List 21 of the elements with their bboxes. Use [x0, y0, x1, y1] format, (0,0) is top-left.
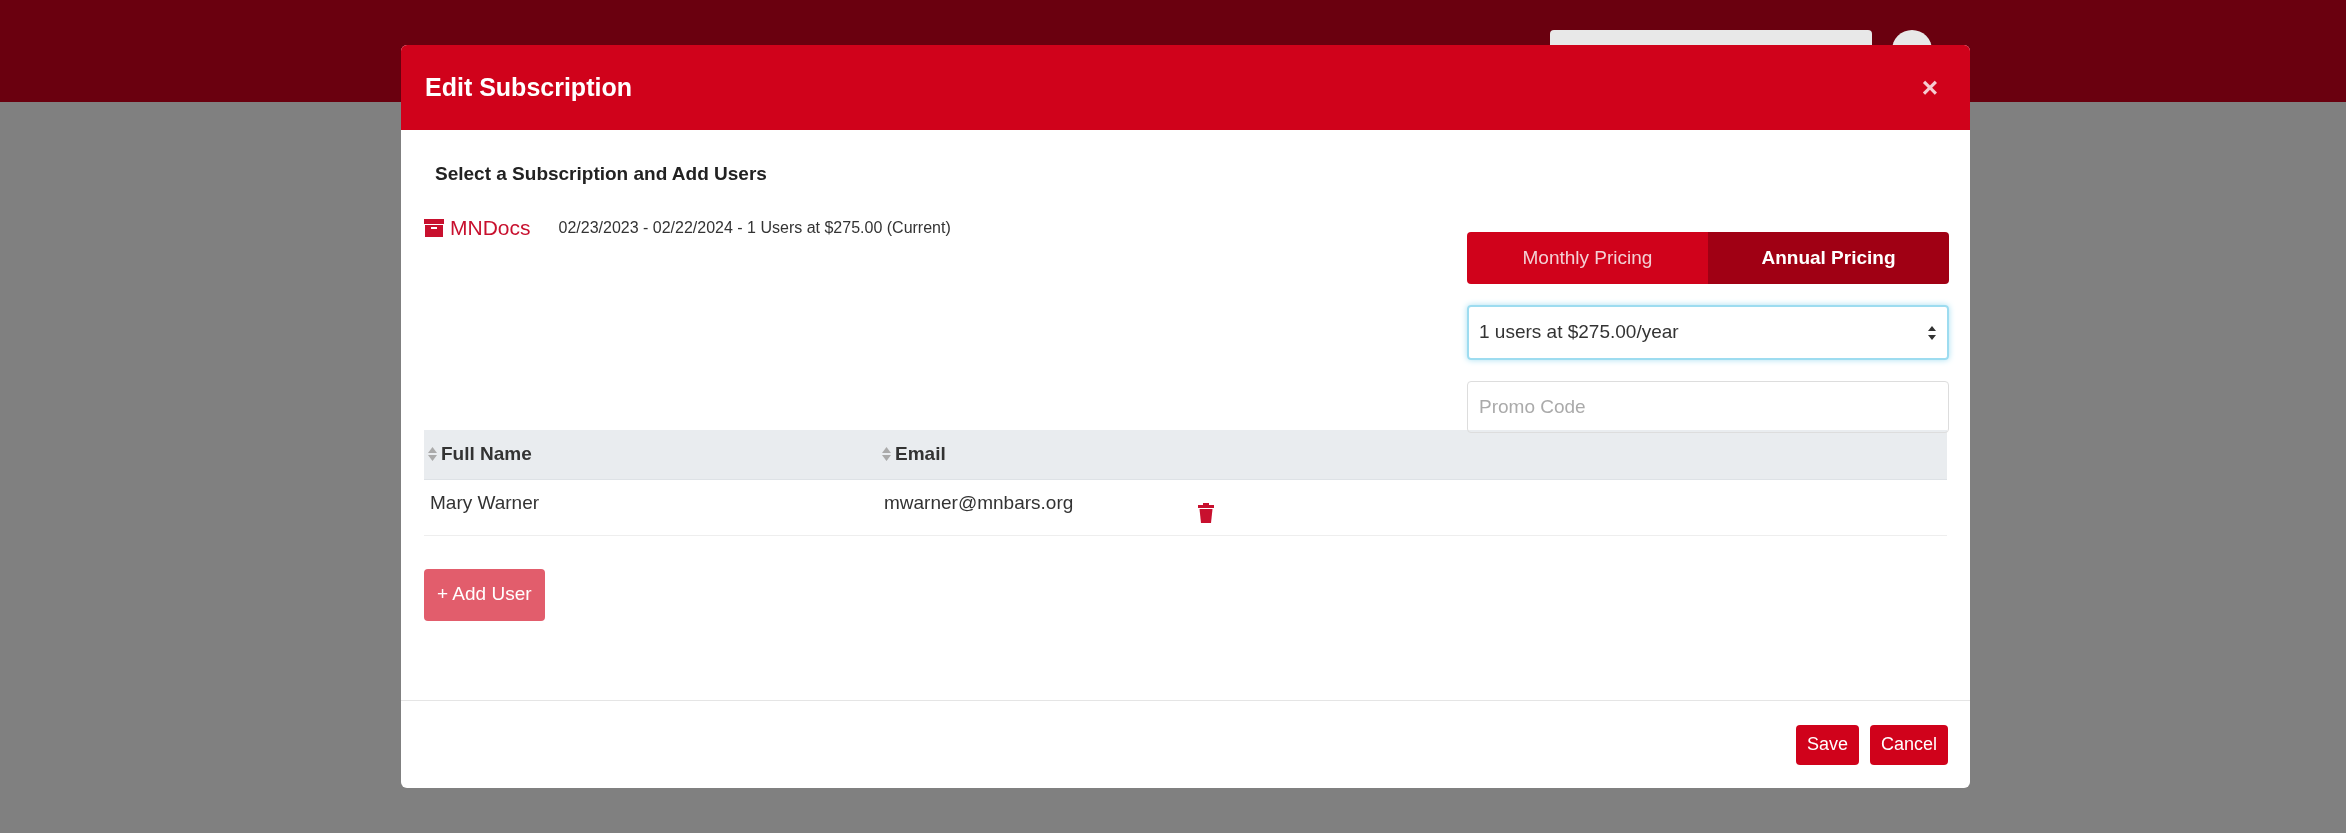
footer-button[interactable]: Save — [1795, 724, 1859, 765]
column-header[interactable]: Email — [895, 439, 946, 469]
archive-icon — [424, 218, 444, 237]
column-header[interactable]: Full Name — [441, 439, 532, 469]
close-button[interactable]: × — [1913, 66, 1946, 109]
subscription-link[interactable]: MNDocs — [450, 211, 531, 244]
modal-title: Edit Subscription — [425, 71, 632, 103]
table-cell: Mary Warner — [430, 491, 540, 513]
pricing-tab[interactable]: Annual Pricing — [1708, 232, 1949, 284]
sort-icon[interactable] — [428, 447, 437, 461]
subscription-details: 02/23/2023 - 02/22/2024 - 1 Users at $275.00 (Current) — [558, 217, 951, 238]
promo-code-field[interactable]: Promo Code — [1467, 381, 1949, 433]
trash-icon[interactable] — [1198, 502, 1214, 523]
pricing-tab[interactable]: Monthly Pricing — [1467, 232, 1708, 284]
plan-select[interactable]: 1 users at $275.00/year — [1467, 305, 1949, 360]
sort-icon[interactable] — [882, 447, 891, 461]
section-heading: Select a Subscription and Add Users — [435, 162, 768, 186]
add-user-button[interactable]: + Add User — [424, 568, 545, 621]
select-arrows-icon — [1927, 324, 1937, 341]
table-cell: mwarner@mnbars.org — [884, 491, 1074, 513]
footer-button[interactable]: Cancel — [1869, 724, 1948, 765]
